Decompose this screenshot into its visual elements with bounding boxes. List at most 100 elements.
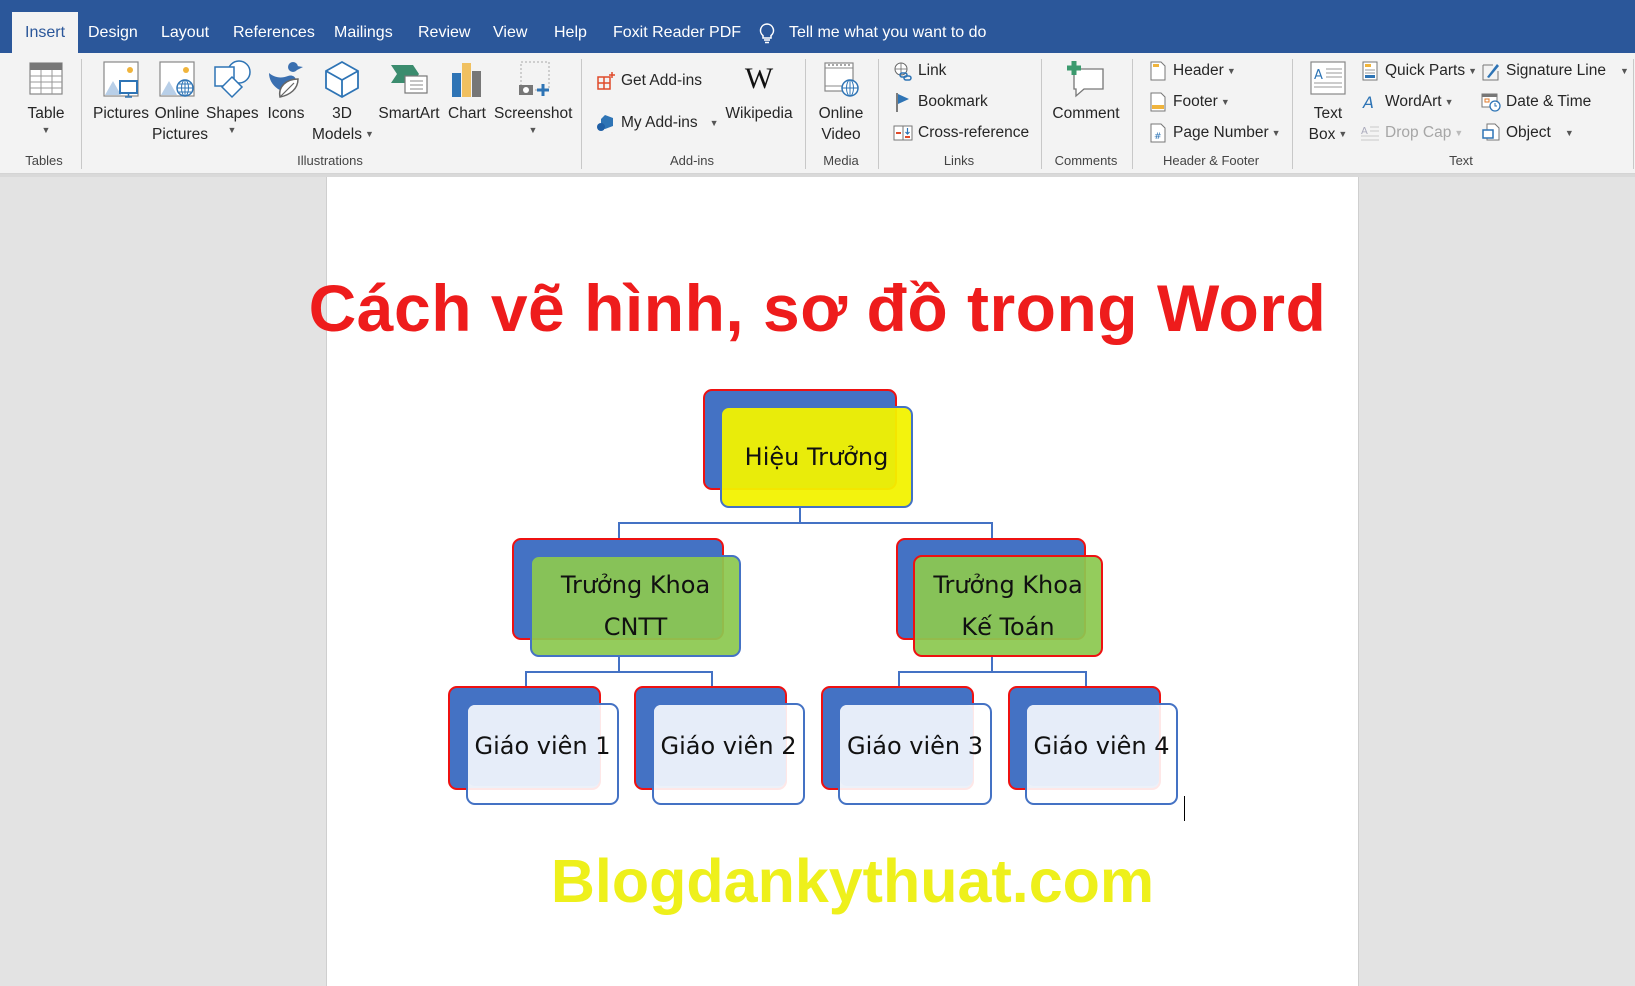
group-label-tables: Tables [25, 153, 63, 168]
header-button[interactable]: Header ▼ [1148, 59, 1236, 83]
table-button[interactable]: Table ▼ [22, 59, 70, 136]
pictures-button[interactable]: Pictures [92, 59, 150, 124]
online-video-button[interactable]: Online Video [812, 59, 870, 145]
signature-line-icon [1482, 64, 1499, 81]
chart-icon [452, 63, 481, 97]
drop-cap-button[interactable]: A Drop Cap ▼ [1360, 121, 1463, 145]
ribbon-tab-bar: Insert Design Layout References Mailings… [0, 0, 1635, 53]
3d-models-button[interactable]: 3D Models ▼ [312, 59, 374, 145]
drop-cap-icon: A [1361, 126, 1379, 141]
page-number-icon: # [1150, 123, 1166, 143]
org-node-gv2-label: Giáo viên 2 [660, 732, 797, 760]
smartart-label: SmartArt [378, 105, 440, 122]
online-pictures-button[interactable]: Online Pictures [152, 59, 208, 145]
tab-help[interactable]: Help [541, 12, 600, 53]
org-node-gv3-label: Giáo viên 3 [846, 732, 984, 760]
quick-parts-button[interactable]: Quick Parts ▼ [1360, 59, 1477, 83]
tab-layout[interactable]: Layout [148, 12, 222, 53]
screenshot-dropdown-caret: ▼ [528, 125, 538, 135]
tab-foxit-reader-pdf[interactable]: Foxit Reader PDF [600, 12, 754, 53]
3d-models-label-2: Models [312, 126, 362, 143]
org-node-root-label: Hiệu Trưởng [744, 443, 889, 471]
tab-insert[interactable]: Insert [12, 12, 79, 53]
footer-button[interactable]: Footer ▼ [1148, 90, 1230, 114]
3d-models-label-1: 3D [332, 105, 352, 122]
bookmark-icon [896, 93, 909, 112]
text-box-icon: A [1310, 61, 1346, 95]
comment-button[interactable]: Comment [1050, 59, 1122, 124]
table-icon [29, 62, 63, 95]
tab-mailings[interactable]: Mailings [321, 12, 406, 53]
my-addins-button[interactable]: My Add-ins ▼ [596, 111, 719, 135]
tab-review[interactable]: Review [405, 12, 483, 53]
group-label-header-footer: Header & Footer [1162, 153, 1260, 168]
group-separator [81, 59, 82, 169]
online-pictures-label-1: Online [154, 105, 200, 122]
org-node-giao-vien-4[interactable]: Giáo viên 4 [1025, 703, 1178, 805]
my-addins-dropdown-caret[interactable]: ▼ [710, 118, 719, 128]
text-box-label-2: Box [1308, 126, 1336, 143]
signature-line-dropdown-caret[interactable]: ▼ [1620, 66, 1629, 76]
text-box-dropdown-caret: ▼ [1338, 129, 1348, 140]
tab-references[interactable]: References [220, 12, 328, 53]
cross-reference-button[interactable]: Cross-reference [893, 121, 1029, 145]
group-label-illustrations: Illustrations [297, 153, 363, 168]
link-icon [894, 62, 912, 81]
screenshot-button[interactable]: Screenshot ▼ [494, 59, 572, 136]
org-node-ketoan-line1: Trưởng Khoa [933, 571, 1083, 599]
org-node-truong-khoa-ke-toan[interactable]: Trưởng Khoa Kế Toán [913, 555, 1103, 657]
text-box-button[interactable]: A Text Box ▼ [1302, 59, 1354, 145]
group-separator [878, 59, 879, 169]
footer-dropdown-caret: ▼ [1220, 97, 1230, 107]
wikipedia-icon: W [744, 62, 774, 95]
page-number-dropdown-caret: ▼ [1271, 128, 1281, 138]
object-dropdown-caret[interactable]: ▼ [1565, 128, 1574, 138]
smartart-button[interactable]: SmartArt [376, 59, 442, 124]
org-node-giao-vien-2[interactable]: Giáo viên 2 [652, 703, 805, 805]
table-dropdown-caret: ▼ [41, 125, 51, 135]
chart-button[interactable]: Chart [446, 59, 488, 124]
comment-icon [1067, 61, 1104, 98]
link-button[interactable]: Link [893, 59, 946, 83]
org-node-giao-vien-3[interactable]: Giáo viên 3 [838, 703, 992, 805]
group-label-links: Links [943, 153, 975, 168]
connector-cntt-down [618, 655, 620, 672]
tab-design[interactable]: Design [75, 12, 151, 53]
icons-label: Icons [267, 105, 305, 122]
icons-button[interactable]: Icons [264, 59, 308, 124]
tab-view[interactable]: View [480, 12, 540, 53]
org-node-giao-vien-1[interactable]: Giáo viên 1 [466, 703, 619, 805]
get-addins-button[interactable]: Get Add-ins [596, 69, 702, 93]
shapes-icon [214, 60, 251, 99]
text-box-label-1: Text [1313, 105, 1343, 122]
quick-parts-dropdown-caret: ▼ [1468, 66, 1478, 76]
org-node-root[interactable]: Hiệu Trưởng [720, 406, 913, 508]
org-node-truong-khoa-cntt[interactable]: Trưởng Khoa CNTT [530, 555, 741, 657]
object-button[interactable]: Object ▼ [1481, 121, 1574, 145]
screenshot-label: Screenshot [494, 105, 573, 122]
comment-label: Comment [1052, 105, 1120, 122]
header-dropdown-caret: ▼ [1226, 66, 1236, 76]
bookmark-button[interactable]: Bookmark [893, 90, 988, 114]
svg-text:A: A [1314, 68, 1323, 83]
wordart-dropdown-caret: ▼ [1444, 97, 1454, 107]
object-icon [1482, 123, 1500, 141]
online-pictures-label-2: Pictures [152, 126, 208, 143]
shapes-button[interactable]: Shapes ▼ [206, 59, 259, 136]
tell-me-search[interactable]: Tell me what you want to do [757, 12, 986, 53]
date-time-button[interactable]: Date & Time [1481, 90, 1591, 114]
tell-me-label: Tell me what you want to do [789, 24, 987, 41]
text-cursor [1184, 796, 1185, 821]
page-number-button[interactable]: # Page Number ▼ [1148, 121, 1281, 145]
cross-reference-label: Cross-reference [918, 124, 1030, 141]
group-label-media: Media [823, 153, 859, 168]
connector-level2-bar [618, 522, 993, 524]
lightbulb-icon [759, 23, 775, 44]
date-time-icon [1481, 93, 1501, 112]
cross-reference-icon [893, 125, 913, 141]
wikipedia-button[interactable]: W Wikipedia [722, 59, 796, 124]
group-separator [1132, 59, 1133, 169]
signature-line-button[interactable]: Signature Line ▼ [1481, 59, 1629, 83]
wordart-button[interactable]: A WordArt ▼ [1360, 90, 1453, 114]
header-icon [1150, 61, 1166, 81]
